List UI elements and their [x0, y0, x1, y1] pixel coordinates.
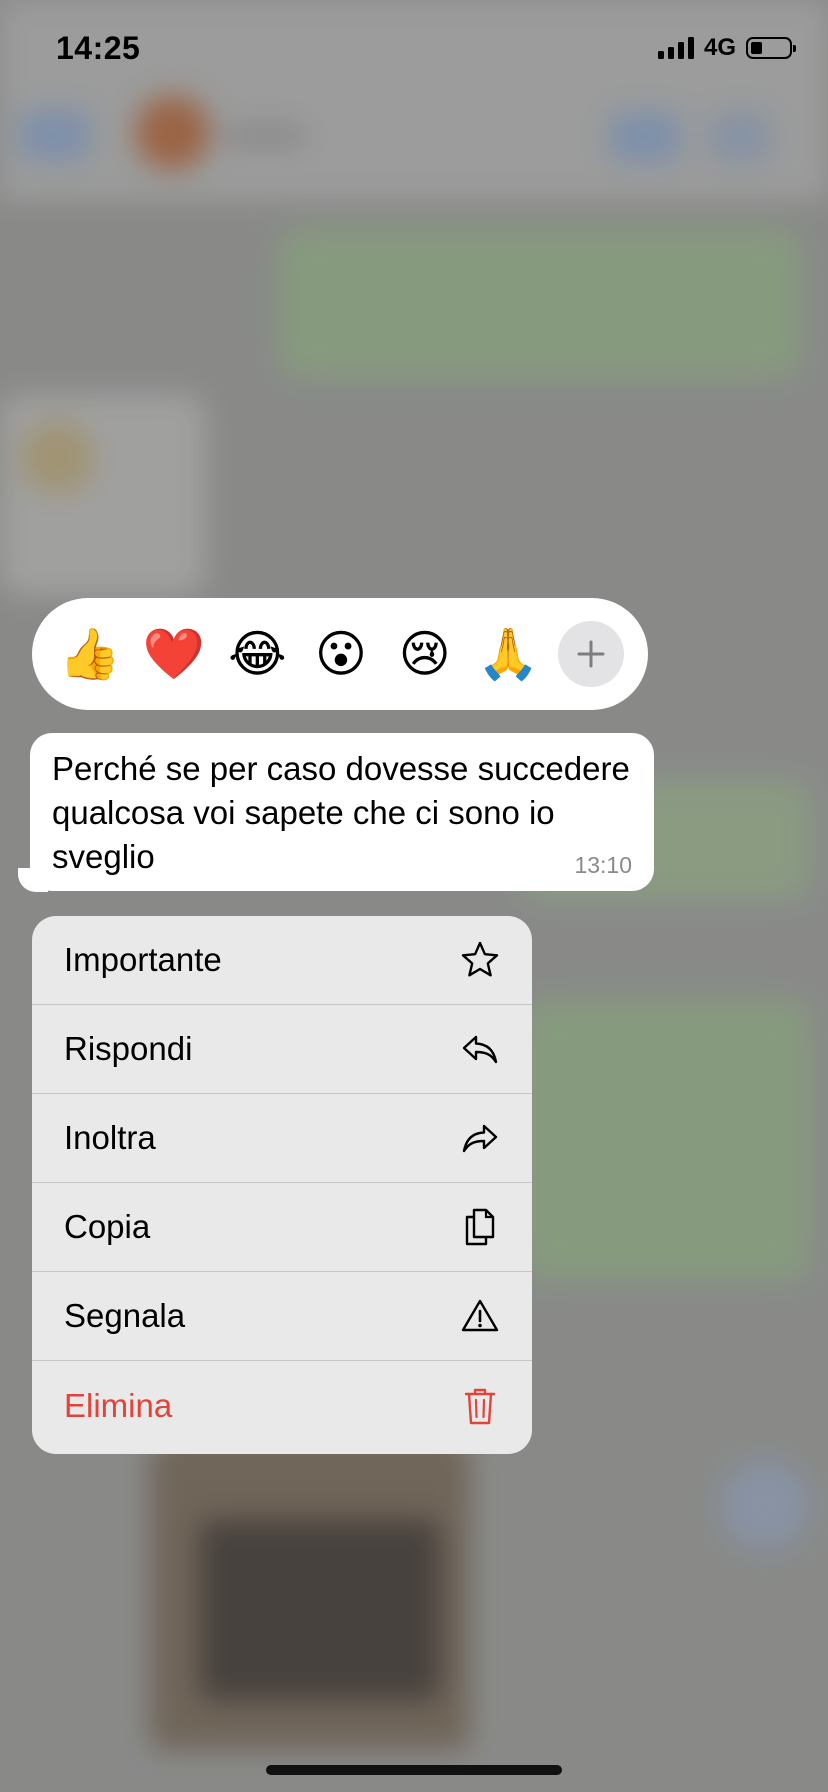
reaction-heart[interactable]: ❤️ — [140, 629, 208, 679]
message-bubble[interactable]: Perché se per caso dovesse succedere qua… — [30, 733, 654, 891]
menu-item-important[interactable]: Importante — [32, 916, 532, 1005]
more-reactions-button[interactable] — [557, 621, 624, 687]
menu-item-delete[interactable]: Elimina — [32, 1361, 532, 1450]
menu-item-report[interactable]: Segnala — [32, 1272, 532, 1361]
menu-item-label: Rispondi — [64, 1030, 193, 1067]
context-menu: Importante Rispondi Inoltra Copia Segnal… — [32, 916, 532, 1454]
star-icon — [458, 938, 502, 982]
menu-item-reply[interactable]: Rispondi — [32, 1005, 532, 1094]
status-indicators: 4G — [657, 34, 796, 62]
reply-icon — [458, 1027, 502, 1071]
warning-icon — [458, 1294, 502, 1338]
menu-item-forward[interactable]: Inoltra — [32, 1094, 532, 1183]
menu-item-label: Inoltra — [64, 1119, 156, 1156]
trash-icon — [458, 1384, 502, 1428]
network-type: 4G — [703, 34, 736, 61]
battery-icon — [746, 37, 796, 59]
menu-item-label: Copia — [64, 1208, 151, 1245]
menu-item-label: Elimina — [64, 1386, 173, 1424]
menu-item-label: Importante — [64, 941, 222, 978]
reaction-surprised[interactable]: 😮 — [307, 629, 375, 679]
reaction-praying[interactable]: 🙏 — [474, 629, 542, 679]
dim-overlay — [0, 0, 828, 1792]
forward-icon — [458, 1116, 502, 1160]
home-indicator[interactable] — [266, 1765, 562, 1775]
copy-icon — [458, 1205, 502, 1249]
status-time: 14:25 — [56, 30, 141, 66]
message-time: 13:10 — [574, 852, 632, 878]
signal-icon — [657, 37, 694, 59]
reaction-thumbs-up[interactable]: 👍 — [56, 629, 124, 679]
plus-icon — [577, 640, 605, 668]
menu-item-copy[interactable]: Copia — [32, 1183, 532, 1272]
menu-item-label: Segnala — [64, 1297, 186, 1334]
reaction-laughing[interactable]: 😂 — [223, 629, 291, 679]
reaction-crying[interactable]: 😢 — [391, 629, 459, 679]
message-text: Perché se per caso dovesse succedere qua… — [52, 750, 630, 875]
reaction-bar: 👍 ❤️ 😂 😮 😢 🙏 — [32, 598, 648, 710]
